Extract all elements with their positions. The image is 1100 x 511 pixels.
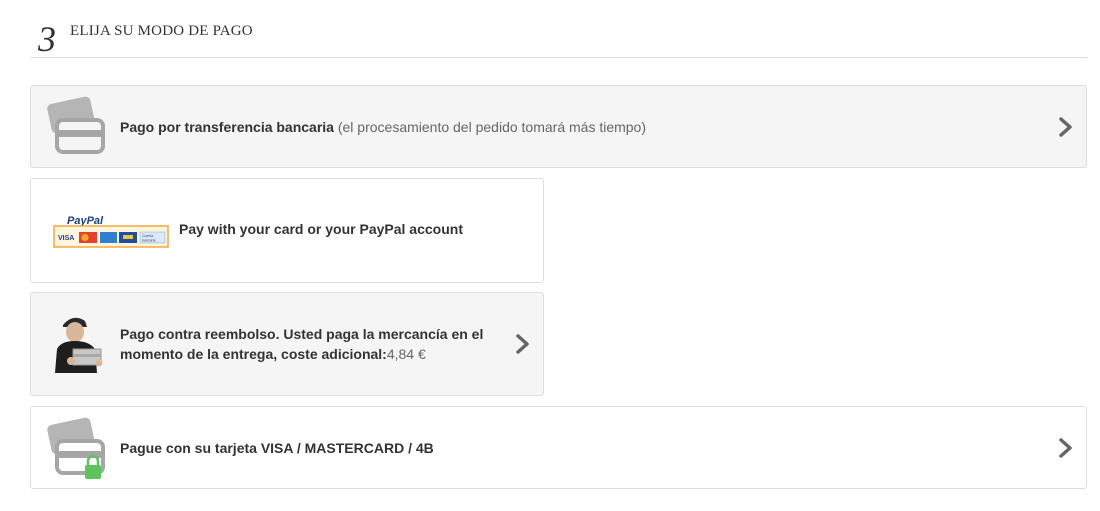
bank-transfer-title: Pago por transferencia bancaria bbox=[120, 118, 334, 135]
svg-text:VISA: VISA bbox=[58, 235, 74, 242]
payment-option-paypal[interactable]: PayPal VISA Cuenta bancaria Pay with you… bbox=[30, 178, 544, 283]
chevron-right-icon bbox=[1059, 116, 1072, 137]
credit-card-icon bbox=[43, 96, 107, 158]
svg-text:bancaria: bancaria bbox=[142, 239, 155, 243]
secure-card-icon bbox=[43, 417, 107, 483]
step-header: 3 ELIJA SU MODO DE PAGO bbox=[30, 14, 1087, 59]
card-label: Pague con su tarjeta VISA / MASTERCARD /… bbox=[120, 439, 434, 456]
chevron-right-icon bbox=[516, 334, 529, 354]
paypal-label: Pay with your card or your PayPal accoun… bbox=[179, 221, 463, 237]
cash-on-delivery-text: Pago contra reembolso. Usted paga la mer… bbox=[120, 326, 484, 362]
step-number: 3 bbox=[38, 18, 56, 59]
chevron-right-icon bbox=[1059, 437, 1072, 458]
bank-transfer-note: (el procesamiento del pedido tomará más … bbox=[337, 118, 647, 135]
bank-transfer-label: Pago por transferencia bancaria (el proc… bbox=[120, 117, 646, 137]
step-title: ELIJA SU MODO DE PAGO bbox=[70, 23, 253, 39]
payment-option-cash-on-delivery[interactable]: Pago contra reembolso. Usted paga la mer… bbox=[30, 292, 544, 396]
paypal-wordmark: PayPal bbox=[67, 215, 104, 227]
cash-on-delivery-price: 4,84 € bbox=[386, 346, 426, 362]
delivery-man-icon bbox=[49, 311, 107, 373]
paypal-logo: PayPal VISA Cuenta bancaria bbox=[53, 213, 169, 249]
svg-text:Cuenta: Cuenta bbox=[142, 234, 153, 238]
cash-on-delivery-label: Pago contra reembolso. Usted paga la mer… bbox=[120, 324, 500, 364]
payment-option-bank-transfer[interactable]: Pago por transferencia bancaria (el proc… bbox=[30, 85, 1087, 168]
payment-option-card[interactable]: Pague con su tarjeta VISA / MASTERCARD /… bbox=[30, 406, 1087, 489]
